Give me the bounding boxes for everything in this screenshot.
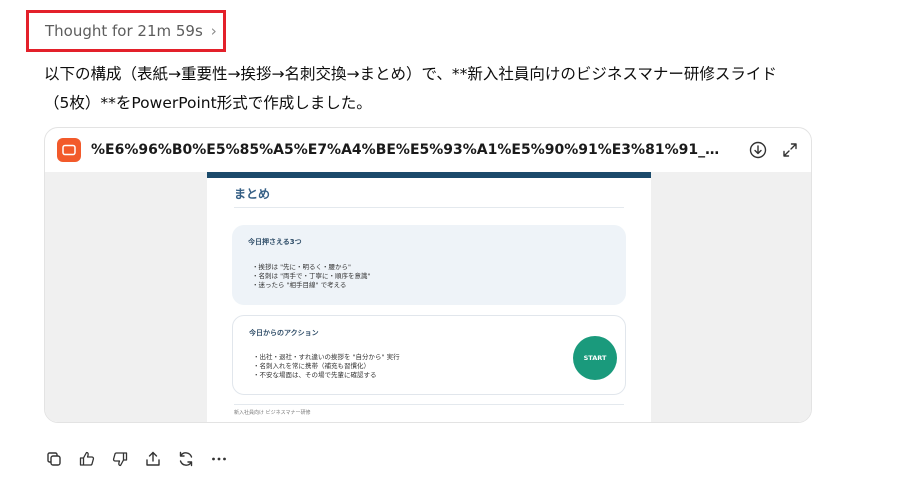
slide-divider: [234, 207, 624, 208]
thought-highlight-box: Thought for 21m 59s ›: [26, 10, 226, 52]
slide-title: まとめ: [234, 187, 271, 201]
more-icon[interactable]: [209, 449, 229, 469]
assistant-message: 以下の構成（表紙→重要性→挨拶→名刺交換→まとめ）で、**新入社員向けのビジネス…: [44, 60, 824, 118]
message-action-bar: [44, 449, 229, 469]
slide-footer-divider: [234, 404, 624, 405]
presentation-file-icon: [57, 138, 81, 162]
slide-preview-area: まとめ 今日押さえる3つ ・挨拶は "先に・明るく・腰から" ・名刺は "両手で…: [45, 172, 811, 422]
action-item: ・出社・退社・すれ違いの挨拶を "自分から" 実行: [253, 353, 400, 361]
slide-footer: 新入社員向け ビジネスマナー研修: [234, 410, 311, 416]
expand-icon[interactable]: [781, 141, 799, 159]
regenerate-icon[interactable]: [176, 449, 196, 469]
key-point-item: ・挨拶は "先に・明るく・腰から": [252, 263, 352, 271]
thought-label: Thought for 21m 59s: [45, 22, 203, 40]
message-line-1: 以下の構成（表紙→重要性→挨拶→名刺交換→まとめ）で、**新入社員向けのビジネス…: [44, 65, 777, 83]
chat-response: Thought for 21m 59s › 以下の構成（表紙→重要性→挨拶→名刺…: [0, 0, 908, 499]
copy-icon[interactable]: [44, 449, 64, 469]
slide-thumbnail: まとめ 今日押さえる3つ ・挨拶は "先に・明るく・腰から" ・名刺は "両手で…: [207, 172, 651, 422]
key-point-item: ・名刺は "両手で・丁寧に・順序を意識": [252, 272, 371, 280]
action-item: ・名刺入れを常に携帯（補充も習慣化）: [253, 362, 370, 370]
thought-toggle[interactable]: Thought for 21m 59s ›: [45, 22, 217, 40]
message-line-2: （5枚）**をPowerPoint形式で作成しました。: [44, 94, 372, 112]
actions-box: 今日からのアクション ・出社・退社・すれ違いの挨拶を "自分から" 実行 ・名刺…: [232, 315, 626, 395]
key-point-item: ・迷ったら "相手目線" で考える: [252, 281, 347, 289]
thumbs-down-icon[interactable]: [110, 449, 130, 469]
key-points-title: 今日押さえる3つ: [248, 238, 302, 246]
file-name[interactable]: %E6%96%B0%E5%85%A5%E7%A4%BE%E5%93%A1%E5%…: [91, 142, 731, 158]
slide-top-bar: [207, 172, 651, 178]
thumbs-up-icon[interactable]: [77, 449, 97, 469]
share-icon[interactable]: [143, 449, 163, 469]
action-item: ・不安な場面は、その場で先輩に確認する: [253, 371, 377, 379]
file-card-header: %E6%96%B0%E5%85%A5%E7%A4%BE%E5%93%A1%E5%…: [45, 128, 811, 172]
chevron-right-icon: ›: [210, 22, 217, 40]
key-points-box: 今日押さえる3つ ・挨拶は "先に・明るく・腰から" ・名刺は "両手で・丁寧に…: [232, 225, 626, 305]
start-badge: START: [573, 336, 617, 380]
actions-box-title: 今日からのアクション: [249, 329, 319, 337]
download-icon[interactable]: [749, 141, 767, 159]
file-preview-card[interactable]: %E6%96%B0%E5%85%A5%E7%A4%BE%E5%93%A1%E5%…: [44, 127, 812, 423]
